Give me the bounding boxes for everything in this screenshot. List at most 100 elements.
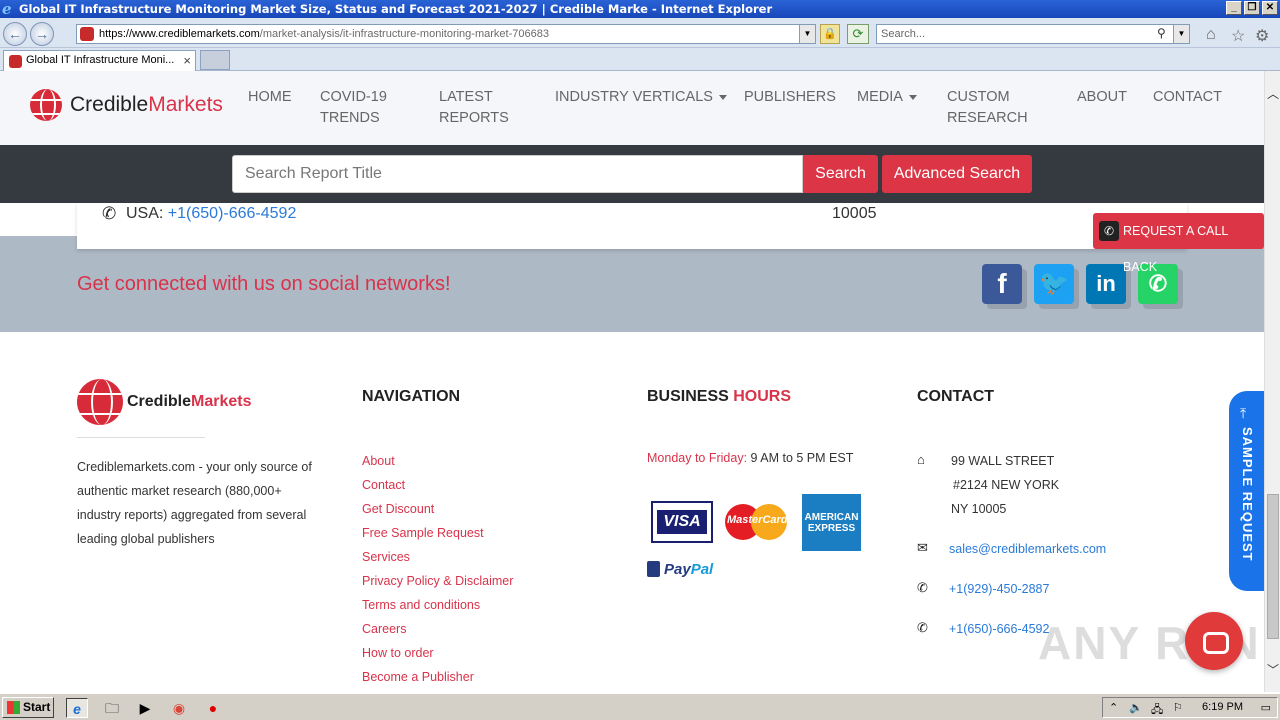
folder-icon[interactable]: 🗀 [101,698,123,718]
nav-publishers[interactable]: PUBLISHERS [744,87,836,108]
page-viewport: CredibleMarkets HOME COVID-19 TRENDS LAT… [0,71,1264,692]
show-desktop-icon[interactable]: ▭ [1261,701,1271,714]
ie-taskbar-icon[interactable]: e [66,698,88,718]
url-host: https://www.crediblemarkets.com [99,28,260,40]
report-search-input[interactable]: Search Report Title [232,155,803,193]
lock-icon[interactable]: 🔒 [820,24,840,44]
gear-icon[interactable]: ⚙ [1255,26,1269,46]
shield-alert-icon[interactable]: ● [202,698,224,718]
footer-link-how-to-order[interactable]: How to order [362,641,513,665]
window-controls: _ ❐ ✕ [1226,1,1278,15]
mastercard-logo: MasterCard [725,504,788,540]
nav-custom-research[interactable]: CUSTOM RESEARCH [947,87,1057,129]
site-header: CredibleMarkets HOME COVID-19 TRENDS LAT… [0,71,1264,145]
globe-logo-icon [77,379,123,425]
nav-latest-reports[interactable]: LATEST REPORTS [439,87,529,129]
restore-button[interactable]: ❐ [1244,1,1260,15]
volume-icon[interactable]: 🔈 [1129,701,1143,714]
email-link[interactable]: sales@crediblemarkets.com [949,537,1106,561]
request-call-back-button[interactable]: ✆ REQUEST A CALL BACK [1093,213,1264,274]
phone-icon: ✆ [1099,221,1119,241]
nav-covid-19-trends[interactable]: COVID-19 TRENDS [320,87,410,129]
system-tray: ⌃ 🔈 🖧 ⚐ 6:19 PM ▭ [1102,697,1278,718]
footer-link-get-discount[interactable]: Get Discount [362,497,513,521]
search-icon[interactable]: ⚲ [1157,26,1166,40]
footer-link-terms[interactable]: Terms and conditions [362,593,513,617]
phone-link-1[interactable]: +1(929)-450-2887 [949,577,1049,601]
footer-link-careers[interactable]: Careers [362,617,513,641]
scroll-up-icon[interactable]: ︿ [1267,85,1279,102]
nav-home[interactable]: HOME [248,87,292,108]
sample-request-label: SAMPLE REQUEST [1240,427,1255,562]
address-dropdown-button[interactable]: ▼ [799,25,815,43]
footer-link-contact[interactable]: Contact [362,473,513,497]
media-player-icon[interactable]: ▶ [134,698,156,718]
footer-link-about[interactable]: About [362,449,513,473]
window-title: Global IT Infrastructure Monitoring Mark… [19,2,773,16]
flag-icon[interactable]: ⚐ [1173,701,1183,714]
favorites-star-icon[interactable]: ☆ [1231,26,1245,46]
footer-link-become-publisher[interactable]: Become a Publisher [362,665,513,689]
forward-arrow-icon: → [35,26,49,42]
nav-industry-verticals[interactable]: INDUSTRY VERTICALS [555,87,727,108]
usa-phone-link[interactable]: +1(650)-666-4592 [168,205,297,222]
amex-logo: AMERICAN EXPRESS [802,494,861,551]
network-icon[interactable]: 🖧 [1151,701,1163,720]
usa-phone-line: USA: +1(650)-666-4592 [126,205,297,222]
page-scrollbar[interactable]: ︿ ﹀ [1264,71,1280,692]
twitter-icon[interactable]: 🐦 [1034,264,1074,304]
business-hours-heading: BUSINESS HOURS [647,388,792,405]
start-button[interactable]: Start [2,697,54,718]
browser-search-input[interactable]: Search... [876,24,1190,44]
new-tab-button[interactable] [200,50,230,70]
footer-link-free-sample[interactable]: Free Sample Request [362,521,513,545]
tab-strip: Global IT Infrastructure Moni... × [0,48,1280,71]
contact-card: ✆ USA: +1(650)-666-4592 10005 [77,203,1187,249]
site-logo[interactable]: CredibleMarkets [30,89,223,121]
home-icon[interactable]: ⌂ [1206,26,1216,44]
refresh-button[interactable]: ⟳ [847,24,869,44]
nav-about[interactable]: ABOUT [1077,87,1127,108]
sample-request-tab[interactable]: ⤒ SAMPLE REQUEST [1229,391,1264,591]
chat-bubble-icon[interactable] [1185,612,1243,670]
tray-arrow-icon[interactable]: ⌃ [1109,701,1118,714]
paypal-logo: PayPal [647,561,713,578]
nav-contact[interactable]: CONTACT [1153,87,1222,108]
browser-tab[interactable]: Global IT Infrastructure Moni... × [3,50,196,71]
visa-logo: VISA [651,501,713,543]
address-line-2: #2124 NEW YORK [953,478,1060,492]
tab-label: Global IT Infrastructure Moni... [26,54,175,66]
facebook-icon[interactable]: f [982,264,1022,304]
ie-logo-icon: e [2,0,12,18]
tab-close-icon[interactable]: × [183,51,191,70]
close-window-button[interactable]: ✕ [1262,1,1278,15]
social-title: Get connected with us on social networks… [77,273,451,295]
footer-logo[interactable]: CredibleMarkets [77,379,252,425]
linkedin-icon[interactable]: in [1086,264,1126,304]
phone-icon: ✆ [917,620,928,635]
tab-favicon-icon [9,55,22,68]
minimize-button[interactable]: _ [1226,1,1242,15]
envelope-icon: ✉ [917,540,928,555]
site-favicon-icon [80,27,94,41]
nav-media[interactable]: MEDIA [857,87,917,108]
forward-button[interactable]: → [30,22,54,46]
footer-link-services[interactable]: Services [362,545,513,569]
advanced-search-button[interactable]: Advanced Search [882,155,1032,193]
footer-nav-links: About Contact Get Discount Free Sample R… [362,449,513,689]
search-dropdown-button[interactable]: ▼ [1173,25,1189,43]
footer-link-privacy[interactable]: Privacy Policy & Disclaimer [362,569,513,593]
phone-link-2[interactable]: +1(650)-666-4592 [949,617,1049,641]
scroll-down-icon[interactable]: ﹀ [1267,661,1279,678]
back-button[interactable]: ← [3,22,27,46]
business-hours: Monday to Friday: 9 AM to 5 PM EST [647,451,854,465]
chrome-icon[interactable]: ◉ [168,698,190,718]
scroll-thumb[interactable] [1267,494,1279,639]
taskbar: Start e 🗀 ▶ ◉ ● ⌃ 🔈 🖧 ⚐ 6:19 PM ▭ [0,692,1280,720]
address-line-3: NY 10005 [951,502,1007,516]
paypal-icon [647,561,660,577]
search-button[interactable]: Search [803,155,878,193]
phone-icon: ✆ [102,204,117,223]
globe-logo-icon [30,89,62,121]
address-input[interactable]: https://www.crediblemarkets.com/market-a… [76,24,816,44]
